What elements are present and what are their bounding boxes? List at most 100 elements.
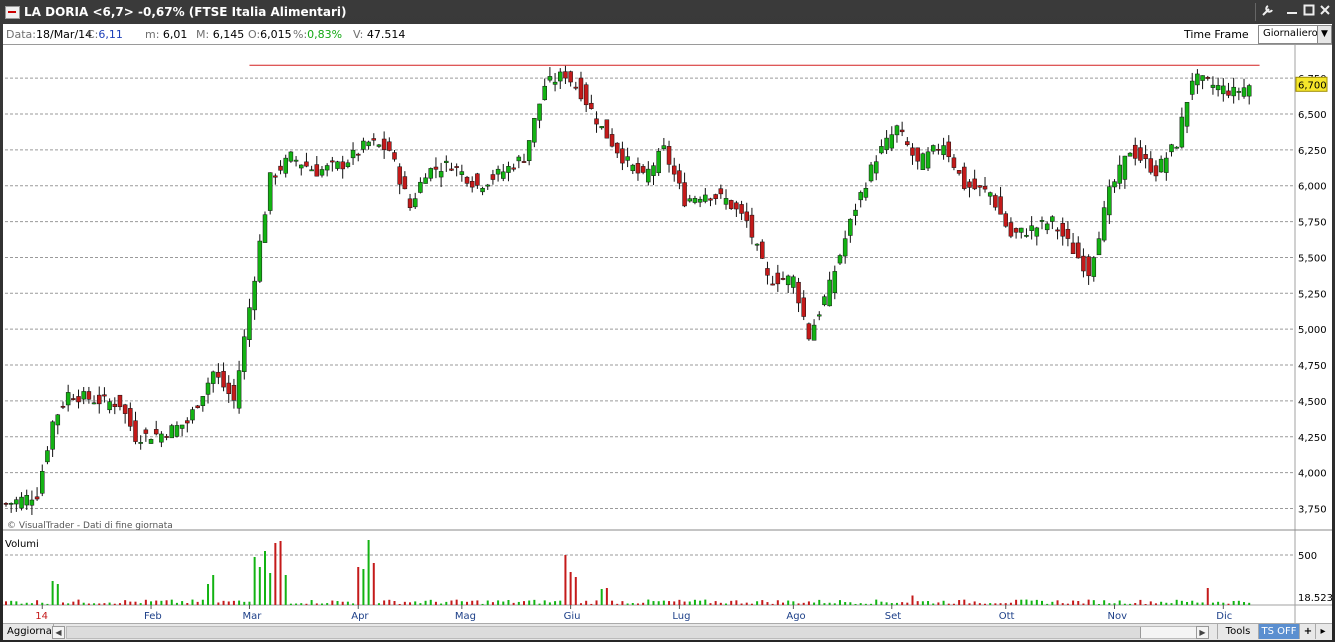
scrollbar-thumb[interactable] xyxy=(1140,627,1200,638)
bottom-menu-icon[interactable]: ▸ xyxy=(1316,624,1330,639)
price-tick-label: 4,750 xyxy=(1298,361,1327,372)
chevron-down-icon[interactable]: ▼ xyxy=(1317,26,1331,43)
volume-bar xyxy=(424,600,427,605)
candle-body xyxy=(495,168,501,175)
candle-body xyxy=(1065,228,1071,239)
volume-bar xyxy=(139,603,142,605)
volume-bar xyxy=(466,601,469,605)
candle-body xyxy=(102,394,107,397)
volume-bar xyxy=(491,602,494,605)
volume-bar xyxy=(372,563,375,605)
volume-bar xyxy=(315,603,318,605)
volume-bar xyxy=(533,599,536,605)
tools-button[interactable]: Tools xyxy=(1217,624,1259,639)
volume-bar xyxy=(1009,602,1012,605)
volume-bar xyxy=(1025,599,1028,605)
low-field: m: 6,01 xyxy=(145,28,188,41)
candle-body xyxy=(412,198,418,208)
candle-body xyxy=(366,141,371,147)
volume-bar xyxy=(1175,599,1178,605)
volume-bar xyxy=(989,603,992,605)
volume-bar xyxy=(1015,599,1018,605)
candle-body xyxy=(1112,181,1117,188)
volume-bar xyxy=(1046,603,1049,605)
candle-body xyxy=(511,167,516,170)
month-label: Mar xyxy=(242,611,262,622)
candle-body xyxy=(817,314,822,317)
candle-body xyxy=(143,429,149,434)
candle-body xyxy=(1055,229,1060,232)
candle-body xyxy=(1076,242,1081,259)
candle-body xyxy=(418,181,423,193)
candle-body xyxy=(1226,90,1231,96)
candle-body xyxy=(677,170,682,184)
plus-button[interactable]: + xyxy=(1301,624,1316,639)
volume-bar xyxy=(585,600,588,605)
volume-bar xyxy=(512,602,515,605)
candle-body xyxy=(330,160,335,163)
volume-bar xyxy=(414,601,417,605)
month-label: Set xyxy=(885,611,902,622)
volume-bar xyxy=(98,603,101,605)
volume-bar xyxy=(559,600,562,605)
volume-bar xyxy=(1149,601,1152,605)
candle-body xyxy=(267,172,273,211)
horizontal-scrollbar[interactable] xyxy=(66,626,1208,639)
price-tick-label: 6,500 xyxy=(1298,110,1327,121)
wrench-icon[interactable] xyxy=(1259,3,1277,21)
candle-body xyxy=(288,151,294,162)
volume-bar xyxy=(595,600,598,605)
candle-body xyxy=(29,499,35,506)
scroll-left-icon[interactable]: ◀ xyxy=(52,626,65,639)
candle-body xyxy=(951,157,957,168)
volume-bar xyxy=(352,603,355,605)
month-label: Apr xyxy=(351,611,369,622)
volume-bar xyxy=(357,567,360,605)
volume-bar xyxy=(1077,601,1080,605)
aggiorna-button[interactable]: Aggiorna xyxy=(3,624,54,639)
candle-body xyxy=(646,168,651,183)
price-volume-chart[interactable]: 6,7506,5006,2506,0005,7505,5005,2505,000… xyxy=(3,45,1333,623)
close-icon[interactable] xyxy=(1316,3,1334,21)
candle-body xyxy=(718,188,724,195)
candle-body xyxy=(993,195,998,208)
candle-body xyxy=(1236,91,1242,93)
chart-area[interactable]: 6,7506,5006,2506,0005,7505,5005,2505,000… xyxy=(3,45,1333,623)
volume-bar xyxy=(450,600,453,605)
volume-bar xyxy=(502,601,505,605)
timeframe-select[interactable]: Giornaliero ▼ xyxy=(1258,25,1332,44)
candle-body xyxy=(304,161,309,167)
candle-body xyxy=(210,371,216,384)
volume-bar xyxy=(1087,599,1090,605)
volume-bar xyxy=(1191,600,1194,605)
volume-bar xyxy=(1186,601,1189,605)
title-bar: LA DORIA <6,7> -0,67% (FTSE Italia Alime… xyxy=(0,0,1335,24)
open-field: O:6,015 xyxy=(248,28,292,41)
volume-bar xyxy=(1004,603,1007,605)
volume-bar xyxy=(745,602,748,605)
candle-body xyxy=(822,296,827,306)
candle-body xyxy=(1003,213,1008,227)
candle-body xyxy=(910,147,915,156)
candle-body xyxy=(231,385,237,401)
volume-bar xyxy=(652,601,655,605)
volume-bar xyxy=(719,602,722,605)
volume-bar xyxy=(838,600,841,605)
volume-bar xyxy=(870,603,873,605)
volume-bar xyxy=(336,601,339,605)
volume-bar xyxy=(854,603,857,605)
candle-body xyxy=(946,141,952,158)
volume-bar xyxy=(1206,588,1209,605)
volume-bar xyxy=(973,601,976,605)
scroll-right-icon[interactable]: ▶ xyxy=(1196,626,1209,639)
candle-body xyxy=(122,404,128,414)
minimize-icon[interactable] xyxy=(1283,3,1301,21)
candle-body xyxy=(879,146,884,154)
candle-body xyxy=(640,166,646,173)
volume-bar xyxy=(704,599,707,605)
candle-body xyxy=(558,71,563,82)
candle-body xyxy=(614,142,620,154)
ts-off-button[interactable]: TS OFF xyxy=(1259,624,1300,639)
candle-body xyxy=(656,150,661,174)
candle-body xyxy=(107,401,112,411)
